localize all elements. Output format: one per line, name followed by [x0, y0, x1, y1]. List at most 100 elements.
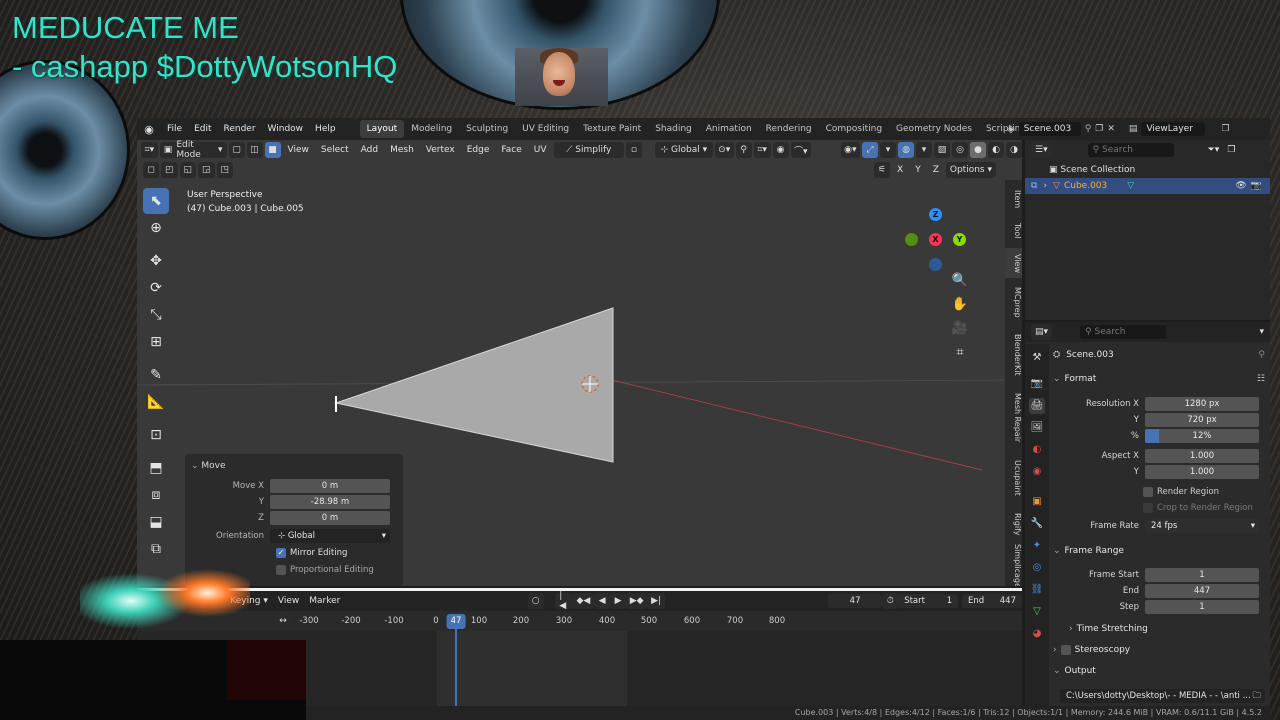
- extrude-tool-icon[interactable]: ⬒: [143, 455, 169, 481]
- pin-icon[interactable]: ⚲: [1258, 350, 1265, 360]
- ortho-grid-icon[interactable]: ⌗: [949, 342, 971, 364]
- current-frame-field[interactable]: 47: [827, 594, 883, 608]
- tab-item[interactable]: Item: [1005, 184, 1022, 214]
- tab-blenderkit[interactable]: BlenderKit: [1005, 326, 1022, 384]
- tab-rendering[interactable]: Rendering: [759, 120, 819, 138]
- render-camera-icon[interactable]: 📷: [1251, 181, 1262, 191]
- menu-window[interactable]: Window: [262, 124, 310, 134]
- tab-tool[interactable]: Tool: [1005, 216, 1022, 246]
- properties-options-icon[interactable]: ▾: [1259, 327, 1264, 337]
- frame-end-field[interactable]: 447: [1145, 584, 1259, 598]
- select-box-tool-icon[interactable]: ⬉: [143, 188, 169, 214]
- proportional-checkbox[interactable]: [276, 565, 286, 575]
- playhead[interactable]: [455, 621, 457, 706]
- res-x-field[interactable]: 1280 px: [1145, 397, 1259, 411]
- tool-props-icon[interactable]: ⚒: [1029, 350, 1045, 366]
- timeline-menu-marker[interactable]: Marker: [304, 596, 345, 606]
- move-tool-icon[interactable]: ✥: [143, 248, 169, 274]
- new-view-layer-icon[interactable]: ❐: [1221, 124, 1229, 134]
- scene-name-field[interactable]: Scene.003: [1018, 122, 1081, 136]
- output-props-icon[interactable]: 🖨: [1029, 398, 1045, 414]
- scene-collection-label[interactable]: Scene Collection: [1060, 165, 1135, 175]
- blender-logo-icon[interactable]: ◉: [137, 123, 161, 136]
- tab-modeling[interactable]: Modeling: [404, 120, 459, 138]
- tab-view[interactable]: View: [1005, 248, 1022, 278]
- object-props-icon[interactable]: ▣: [1029, 494, 1045, 510]
- outliner-type-icon[interactable]: ☰▾: [1031, 142, 1052, 158]
- tab-compositing[interactable]: Compositing: [819, 120, 889, 138]
- inset-tool-icon[interactable]: ⧈: [143, 482, 169, 508]
- stopwatch-icon[interactable]: ⏱: [882, 593, 899, 609]
- move-z-field[interactable]: 0 m: [270, 511, 390, 525]
- 3d-viewport[interactable]: ⌗▾ ▣ Edit Mode ▾ ▢ ◫ ■ View Select Add Me…: [137, 140, 1022, 586]
- mirror-checkbox[interactable]: ✓: [276, 548, 286, 558]
- render-region-checkbox[interactable]: [1143, 487, 1153, 497]
- material-props-icon[interactable]: ◕: [1029, 626, 1045, 642]
- folder-icon[interactable]: 🗀: [1252, 689, 1261, 703]
- tab-rigify[interactable]: Rigify: [1005, 506, 1022, 542]
- close-icon[interactable]: ✕: [1107, 124, 1115, 134]
- edit-indicator-icon[interactable]: ⧉: [1031, 181, 1037, 191]
- presets-icon[interactable]: ☷: [1257, 374, 1265, 384]
- output-path-field[interactable]: C:\Users\dotty\Desktop\- - MEDIA - - \an…: [1060, 689, 1265, 703]
- annotate-tool-icon[interactable]: ✎: [143, 362, 169, 388]
- timeline-menu-view[interactable]: View: [273, 596, 304, 606]
- operator-header[interactable]: ⌄ Move: [185, 458, 403, 474]
- measure-tool-icon[interactable]: 📐: [143, 389, 169, 415]
- pan-hand-icon[interactable]: ✋: [949, 294, 971, 316]
- render-props-icon[interactable]: 📷: [1029, 376, 1045, 392]
- time-stretching-header[interactable]: › Time Stretching: [1069, 620, 1280, 638]
- filter-icon[interactable]: ⏷▾: [1208, 145, 1220, 155]
- menu-edit[interactable]: Edit: [188, 124, 217, 134]
- tab-geometry-nodes[interactable]: Geometry Nodes: [889, 120, 979, 138]
- new-scene-icon[interactable]: ❐: [1095, 124, 1103, 134]
- res-y-field[interactable]: 720 px: [1145, 413, 1259, 427]
- add-cube-tool-icon[interactable]: ⊡: [143, 422, 169, 448]
- gizmo-x[interactable]: X: [929, 233, 942, 246]
- tab-ucupaint[interactable]: Ucupaint: [1005, 452, 1022, 504]
- play-reverse-icon[interactable]: ◀: [594, 593, 611, 609]
- tab-sculpting[interactable]: Sculpting: [459, 120, 515, 138]
- transform-tool-icon[interactable]: ⊞: [143, 329, 169, 355]
- next-keyframe-icon[interactable]: ▶◆: [626, 593, 648, 609]
- timeline-ruler[interactable]: ↔ -300 -200 -100 0 100 200 300 400 500 6…: [137, 613, 1022, 631]
- gizmo-neg-y[interactable]: [905, 233, 918, 246]
- view-layer-icon[interactable]: ▤: [1129, 124, 1138, 134]
- stereoscopy-header[interactable]: › Stereoscopy: [1053, 641, 1265, 659]
- physics-props-icon[interactable]: ◎: [1029, 560, 1045, 576]
- record-icon[interactable]: ○: [527, 593, 544, 609]
- menu-render[interactable]: Render: [218, 124, 262, 134]
- menu-file[interactable]: File: [161, 124, 188, 134]
- resize-arrows-icon[interactable]: ↔: [275, 613, 291, 629]
- stereoscopy-checkbox[interactable]: [1060, 645, 1071, 655]
- scene-icon[interactable]: ◈: [1007, 124, 1015, 135]
- camera-view-icon[interactable]: 🎥: [949, 318, 971, 340]
- tab-mcprep[interactable]: MCprep: [1005, 280, 1022, 324]
- move-x-field[interactable]: 0 m: [270, 479, 390, 493]
- cursor-tool-icon[interactable]: ⊕: [143, 215, 169, 241]
- end-frame-field[interactable]: End 447: [962, 594, 1022, 608]
- eye-visibility-icon[interactable]: 👁: [1235, 181, 1246, 191]
- frame-range-panel-header[interactable]: ⌄ Frame Range: [1053, 542, 1265, 560]
- gizmo-z[interactable]: Z: [929, 208, 942, 221]
- view-layer-field[interactable]: ViewLayer: [1141, 122, 1206, 136]
- tab-texture-paint[interactable]: Texture Paint: [576, 120, 648, 138]
- data-props-icon[interactable]: ▽: [1029, 604, 1045, 620]
- pin-icon[interactable]: ⚲: [1085, 124, 1092, 134]
- aspect-y-field[interactable]: 1.000: [1145, 465, 1259, 479]
- tab-animation[interactable]: Animation: [699, 120, 759, 138]
- bevel-tool-icon[interactable]: ⬓: [143, 509, 169, 535]
- loop-cut-tool-icon[interactable]: ⧉: [143, 536, 169, 562]
- frame-rate-select[interactable]: 24 fps ▾: [1145, 519, 1259, 533]
- scene-props-icon[interactable]: ◐: [1029, 442, 1045, 458]
- menu-help[interactable]: Help: [309, 124, 342, 134]
- frame-step-field[interactable]: 1: [1145, 600, 1259, 614]
- gizmo-y[interactable]: Y: [953, 233, 966, 246]
- format-panel-header[interactable]: ⌄ Format ☷: [1053, 370, 1265, 388]
- rotate-tool-icon[interactable]: ⟳: [143, 275, 169, 301]
- collapse-chevron-icon[interactable]: ⌄: [185, 461, 201, 471]
- tab-simplicage[interactable]: Simplicage: [1005, 544, 1022, 586]
- expand-chevron-icon[interactable]: ›: [1043, 181, 1047, 191]
- tab-mesh-repair[interactable]: Mesh Repair: [1005, 386, 1022, 450]
- scale-tool-icon[interactable]: ⤡: [143, 302, 169, 328]
